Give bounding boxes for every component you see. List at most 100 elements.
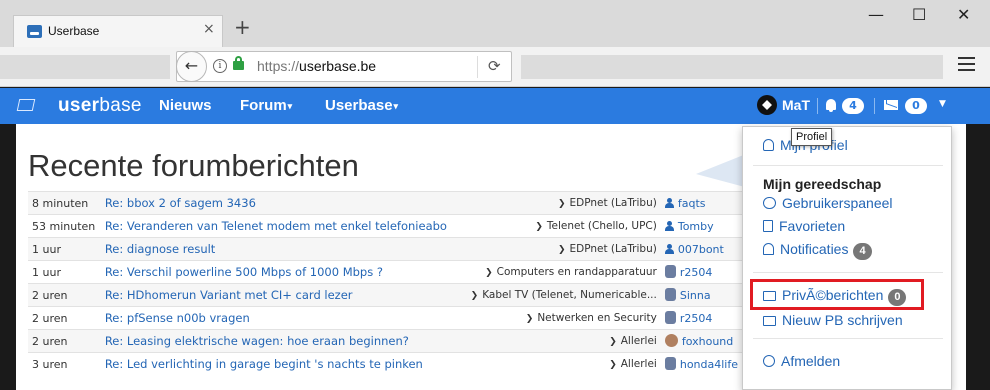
menu-divider (753, 272, 943, 273)
post-subject-link[interactable]: Re: Veranderen van Telenet modem met enk… (100, 214, 451, 238)
post-forum-link[interactable]: ❯ Computers en randapparatuur (450, 260, 661, 284)
table-row: 1 uur Re: Verschil powerline 500 Mbps of … (28, 260, 742, 284)
post-subject-link[interactable]: Re: Verschil powerline 500 Mbps of 1000 … (100, 260, 451, 284)
post-user-link[interactable]: faqts (660, 191, 742, 215)
post-subject-link[interactable]: Re: Leasing elektrische wagen: hoe eraan… (100, 329, 451, 353)
bookmark-icon (763, 220, 773, 232)
table-row: 1 uur Re: diagnose result ❯ EDPnet (LaTribu… (28, 237, 742, 261)
chevron-right-icon: ❯ (609, 337, 617, 347)
nav-userbase[interactable]: Userbase▾ (325, 97, 398, 114)
post-time: 1 uur (28, 237, 101, 261)
nav-forum[interactable]: Forum▾ (240, 97, 292, 114)
control-panel-icon (763, 197, 776, 209)
menu-divider (753, 338, 943, 339)
menu-item-favorites[interactable]: Favorieten (763, 218, 845, 234)
bell-icon (763, 243, 774, 255)
new-tab-button[interactable]: + (234, 17, 251, 37)
browser-tab[interactable]: Userbase × (13, 15, 223, 47)
chevron-right-icon: ❯ (485, 268, 493, 278)
site-logo[interactable]: userbase (58, 95, 142, 117)
user-avatar-icon (664, 197, 674, 208)
menu-item-new-pm[interactable]: Nieuw PB schrijven (763, 312, 903, 328)
post-time: 8 minuten (28, 191, 101, 215)
toolbar-spacer (521, 55, 943, 79)
post-user-link[interactable]: Sinna (660, 283, 742, 307)
browser-tab-strip: Userbase × + — ☐ ✕ (0, 0, 990, 47)
maximize-button[interactable]: ☐ (912, 5, 926, 24)
divider (817, 98, 818, 114)
chevron-down-icon[interactable]: ▼ (939, 99, 946, 109)
tab-close-icon[interactable]: × (203, 21, 215, 37)
post-forum-link[interactable]: ❯ EDPnet (LaTribu) (450, 191, 661, 215)
table-row: 2 uren Re: pfSense n00b vragen ❯ Netwerken … (28, 306, 742, 330)
menu-item-notifications[interactable]: Notificaties 4 (763, 241, 872, 260)
notifications-badge[interactable]: 4 (842, 98, 864, 114)
chevron-right-icon: ❯ (557, 199, 566, 209)
chevron-right-icon: ❯ (609, 360, 617, 371)
messages-count-badge: 0 (888, 289, 907, 306)
chevron-down-icon: ▾ (393, 100, 399, 111)
user-avatar-icon (664, 288, 676, 301)
menu-heading-tools: Mijn gereedschap (763, 176, 882, 192)
chevron-down-icon: ▾ (287, 100, 293, 111)
chevron-right-icon: ❯ (525, 314, 534, 324)
minimize-button[interactable]: — (868, 5, 884, 24)
user-avatar-icon (664, 357, 676, 371)
menu-item-logout[interactable]: Afmelden (763, 353, 840, 369)
post-subject-link[interactable]: Re: Led verlichting in garage begint 's … (100, 352, 451, 376)
bell-icon[interactable] (826, 99, 836, 112)
logo-icon[interactable] (16, 99, 36, 111)
user-name[interactable]: MaT (782, 97, 810, 113)
envelope-icon[interactable] (884, 100, 898, 110)
post-time: 3 uren (28, 352, 101, 376)
info-icon[interactable]: i (213, 59, 227, 73)
post-forum-link[interactable]: ❯ Netwerken en Security (450, 306, 661, 330)
menu-item-private-messages[interactable]: PrivÃ©berichten 0 (763, 287, 907, 306)
menu-item-control-panel[interactable]: Gebruikerspaneel (763, 195, 893, 211)
tab-title: Userbase (48, 24, 100, 38)
hamburger-menu-icon[interactable] (958, 57, 975, 71)
post-forum-link[interactable]: ❯ Kabel TV (Telenet, Numericable... (450, 283, 661, 307)
post-forum-link[interactable]: ❯ Telenet (Chello, UPC) (450, 214, 661, 238)
post-subject-link[interactable]: Re: diagnose result (100, 237, 451, 261)
chevron-right-icon: ❯ (557, 245, 566, 255)
url-text[interactable]: https://userbase.be (257, 58, 376, 74)
close-window-button[interactable]: ✕ (957, 5, 970, 24)
messages-badge[interactable]: 0 (905, 98, 927, 114)
post-time: 2 uren (28, 329, 101, 353)
user-dropdown-menu: Mijn profiel Mijn gereedschap Gebruikers… (742, 126, 952, 390)
post-user-link[interactable]: foxhound (660, 329, 742, 353)
menu-divider (753, 165, 943, 166)
page-title: Recente forumberichten (28, 148, 359, 183)
user-avatar-icon (664, 334, 678, 347)
post-user-link[interactable]: r2504 (660, 260, 742, 284)
reload-icon[interactable]: ⟳ (488, 57, 501, 75)
table-row: 53 minuten Re: Veranderen van Telenet mod… (28, 214, 742, 238)
address-bar[interactable]: ← i https://userbase.be ⟳ (176, 51, 512, 82)
table-row: 2 uren Re: HDhomerun Variant met CI+ card… (28, 283, 742, 307)
post-user-link[interactable]: Tomby (660, 214, 742, 238)
post-subject-link[interactable]: Re: HDhomerun Variant met CI+ card lezer (100, 283, 451, 307)
user-avatar-icon (664, 220, 674, 231)
post-time: 2 uren (28, 283, 101, 307)
post-user-link[interactable]: honda4life (660, 352, 742, 376)
post-subject-link[interactable]: Re: bbox 2 of sagem 3436 (100, 191, 451, 215)
post-time: 53 minuten (28, 214, 101, 238)
post-forum-link[interactable]: ❯ Allerlei (450, 329, 661, 353)
post-subject-link[interactable]: Re: pfSense n00b vragen (100, 306, 451, 330)
post-user-link[interactable]: r2504 (660, 306, 742, 330)
tooltip: Profiel (791, 128, 833, 146)
envelope-icon (763, 291, 776, 301)
post-user-link[interactable]: 007bont (660, 237, 742, 261)
post-forum-link[interactable]: ❯ EDPnet (LaTribu) (450, 237, 661, 261)
post-time: 2 uren (28, 306, 101, 330)
nav-nieuws[interactable]: Nieuws (159, 97, 212, 114)
compose-icon (763, 316, 776, 326)
table-row: 8 minuten Re: bbox 2 of sagem 3436 ❯ EDPnet… (28, 191, 742, 215)
lock-icon (233, 56, 244, 70)
chevron-right-icon: ❯ (470, 291, 479, 301)
back-arrow-icon[interactable]: ← (176, 51, 207, 82)
site-header: userbase Nieuws Forum▾ Userbase▾ MaT 4 0… (0, 88, 990, 124)
avatar[interactable] (757, 95, 777, 115)
post-forum-link[interactable]: ❯ Allerlei (450, 352, 661, 376)
